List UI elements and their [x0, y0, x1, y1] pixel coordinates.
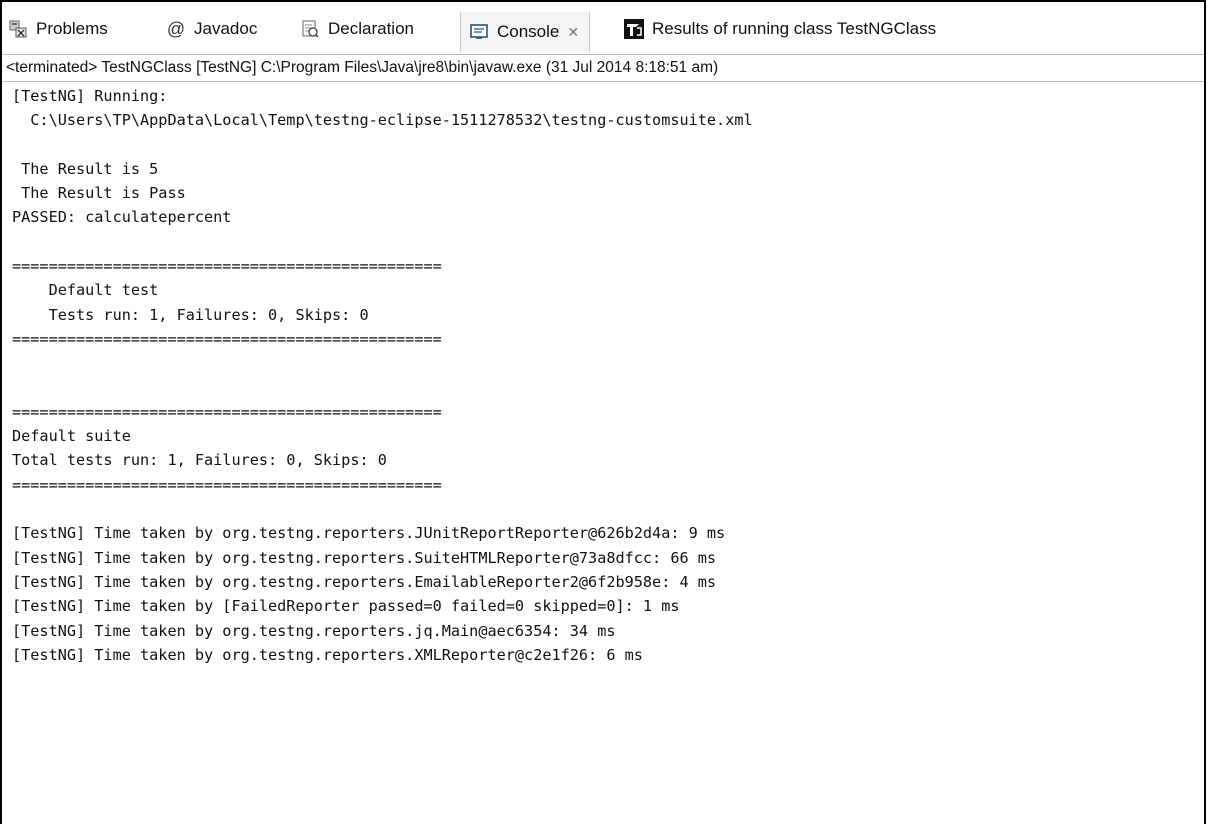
tab-declaration[interactable]: Declaration [300, 14, 414, 44]
close-icon[interactable]: ✕ [567, 24, 579, 41]
tab-console[interactable]: Console ✕ [460, 12, 591, 52]
console-line: [TestNG] Time taken by org.testng.report… [12, 548, 717, 567]
tab-label: Results of running class TestNGClass [652, 19, 937, 38]
tab-label: Console [497, 22, 560, 41]
tab-label: Problems [36, 19, 108, 38]
console-line: [TestNG] Time taken by org.testng.report… [12, 621, 616, 640]
problems-icon [8, 19, 28, 39]
tab-label: Declaration [328, 19, 414, 38]
process-status-line: <terminated> TestNGClass [TestNG] C:\Pro… [2, 54, 1204, 82]
javadoc-icon: @ [166, 18, 186, 39]
console-line: Tests run: 1, Failures: 0, Skips: 0 [12, 305, 369, 324]
console-line: ========================================… [12, 329, 442, 348]
console-line: ========================================… [12, 402, 442, 421]
console-line: C:\Users\TP\AppData\Local\Temp\testng-ec… [12, 111, 753, 130]
console-line: Total tests run: 1, Failures: 0, Skips: … [12, 451, 387, 470]
tab-problems[interactable]: Problems [8, 14, 108, 44]
console-line: PASSED: calculatepercent [12, 208, 232, 227]
console-line: [TestNG] Time taken by org.testng.report… [12, 645, 643, 664]
console-line: [TestNG] Running: [12, 87, 168, 105]
console-line: Default suite [12, 427, 131, 446]
view-tab-bar: Problems @ Javadoc Declaration Console ✕… [2, 2, 1204, 55]
console-line: The Result is Pass [12, 184, 186, 203]
console-line: [TestNG] Time taken by org.testng.report… [12, 524, 726, 543]
console-view: Problems @ Javadoc Declaration Console ✕… [0, 0, 1206, 824]
console-line: [TestNG] Time taken by org.testng.report… [12, 572, 717, 591]
tab-label: Javadoc [194, 19, 258, 38]
console-line: Default test [12, 281, 159, 300]
console-output[interactable]: [TestNG] Running: C:\Users\TP\AppData\Lo… [12, 84, 1204, 824]
testng-icon [624, 19, 644, 39]
tab-testng-results[interactable]: Results of running class TestNGClass [624, 14, 936, 44]
console-line: ========================================… [12, 475, 442, 494]
console-line: [TestNG] Time taken by [FailedReporter p… [12, 597, 680, 616]
console-icon [469, 22, 489, 42]
console-line: ========================================… [12, 257, 442, 276]
console-line: The Result is 5 [12, 159, 159, 178]
declaration-icon [300, 19, 320, 39]
tab-javadoc[interactable]: @ Javadoc [166, 14, 257, 44]
